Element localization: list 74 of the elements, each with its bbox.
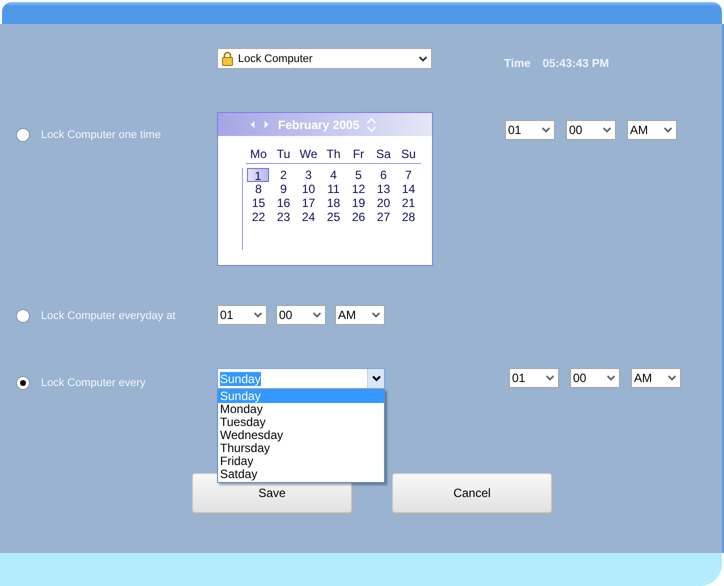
calendar-day[interactable]: 17 — [296, 196, 321, 210]
minute-select[interactable]: 00 — [566, 120, 616, 140]
dialog-button[interactable]: Cancel — [392, 473, 552, 513]
action-select[interactable]: Lock Computer — [217, 48, 432, 69]
minute-select[interactable]: 00 — [570, 368, 620, 388]
radio-button[interactable] — [16, 376, 30, 390]
chevron-icon — [254, 312, 262, 318]
calendar-day[interactable]: 26 — [346, 210, 371, 224]
option-label: Lock Computer everyday at — [41, 310, 176, 322]
next-month-icon[interactable] — [264, 121, 269, 128]
list-option[interactable]: Wednesday — [218, 429, 384, 442]
hour-select[interactable]: 01 — [509, 368, 559, 388]
calendar-day[interactable]: 25 — [321, 210, 346, 224]
weekday-label: Mo — [249, 147, 268, 161]
option-label: Lock Computer every — [41, 377, 146, 389]
calendar-day[interactable]: 20 — [371, 196, 396, 210]
calendar-day[interactable]: 22 — [246, 210, 271, 224]
chevron-icon — [546, 375, 554, 381]
calendar-day[interactable]: 15 — [246, 196, 271, 210]
calendar-day[interactable]: 18 — [321, 196, 346, 210]
clock-label: Time — [504, 58, 531, 70]
calendar-day[interactable]: 13 — [371, 182, 396, 196]
chevron-icon — [603, 127, 611, 133]
chevron-icon — [668, 375, 676, 381]
chevron-icon — [372, 375, 380, 382]
radio-button[interactable] — [16, 128, 30, 142]
calendar-day[interactable]: 6 — [371, 168, 396, 182]
calendar-day[interactable]: 27 — [371, 210, 396, 224]
calendar-day[interactable]: 24 — [296, 210, 321, 224]
clock-value: 05:43:43 PM — [542, 58, 610, 70]
chevron-icon — [607, 375, 615, 381]
list-option[interactable]: Monday — [218, 403, 384, 416]
calendar-day[interactable]: 2 — [271, 168, 296, 182]
hour-select[interactable]: 01 — [217, 305, 267, 325]
period-select[interactable]: AM — [631, 368, 681, 388]
option-label: Lock Computer one time — [41, 129, 161, 141]
list-option[interactable]: Friday — [218, 455, 384, 468]
calendar-day[interactable]: 1 — [247, 168, 269, 182]
list-option[interactable]: Tuesday — [218, 416, 384, 429]
list-option[interactable]: Thursday — [218, 442, 384, 455]
chevron-icon — [419, 56, 427, 62]
calendar-day[interactable]: 10 — [296, 182, 321, 196]
chevron-icon — [542, 127, 550, 133]
calendar-day[interactable]: 11 — [321, 182, 346, 196]
minute-select[interactable]: 00 — [276, 305, 326, 325]
period-select[interactable]: AM — [627, 120, 677, 140]
calendar-day[interactable]: 28 — [396, 210, 421, 224]
calendar-day[interactable]: 23 — [271, 210, 296, 224]
calendar-day[interactable]: 12 — [346, 182, 371, 196]
calendar-day[interactable]: 4 — [321, 168, 346, 182]
weekday-label: Su — [400, 147, 417, 161]
chevron-icon — [313, 312, 321, 318]
calendar-day[interactable]: 7 — [396, 168, 421, 182]
calendar-day[interactable]: 14 — [396, 182, 421, 196]
weekday-label: Fr — [352, 147, 366, 161]
calendar-day[interactable]: 19 — [346, 196, 371, 210]
padlock-icon — [222, 51, 233, 66]
hour-select[interactable]: 01 — [505, 120, 555, 140]
calendar-day[interactable]: 9 — [271, 182, 296, 196]
radio-button[interactable] — [16, 309, 30, 323]
calendar-day[interactable]: 21 — [396, 196, 421, 210]
weekday-label: We — [298, 147, 318, 161]
weekday-label: Tu — [276, 147, 292, 161]
period-select[interactable]: AM — [335, 305, 385, 325]
chevron-icon — [372, 312, 380, 318]
chevron-icon — [664, 127, 672, 133]
weekday-label: Th — [325, 147, 342, 161]
calendar-day[interactable]: 16 — [271, 196, 296, 210]
calendar-day[interactable]: 8 — [246, 182, 271, 196]
previous-month-icon[interactable] — [250, 121, 255, 128]
calendar-day[interactable]: 3 — [296, 168, 321, 182]
calendar-day[interactable]: 5 — [346, 168, 371, 182]
weekday-label: Sa — [375, 147, 392, 161]
spinner-icon[interactable] — [367, 118, 376, 132]
